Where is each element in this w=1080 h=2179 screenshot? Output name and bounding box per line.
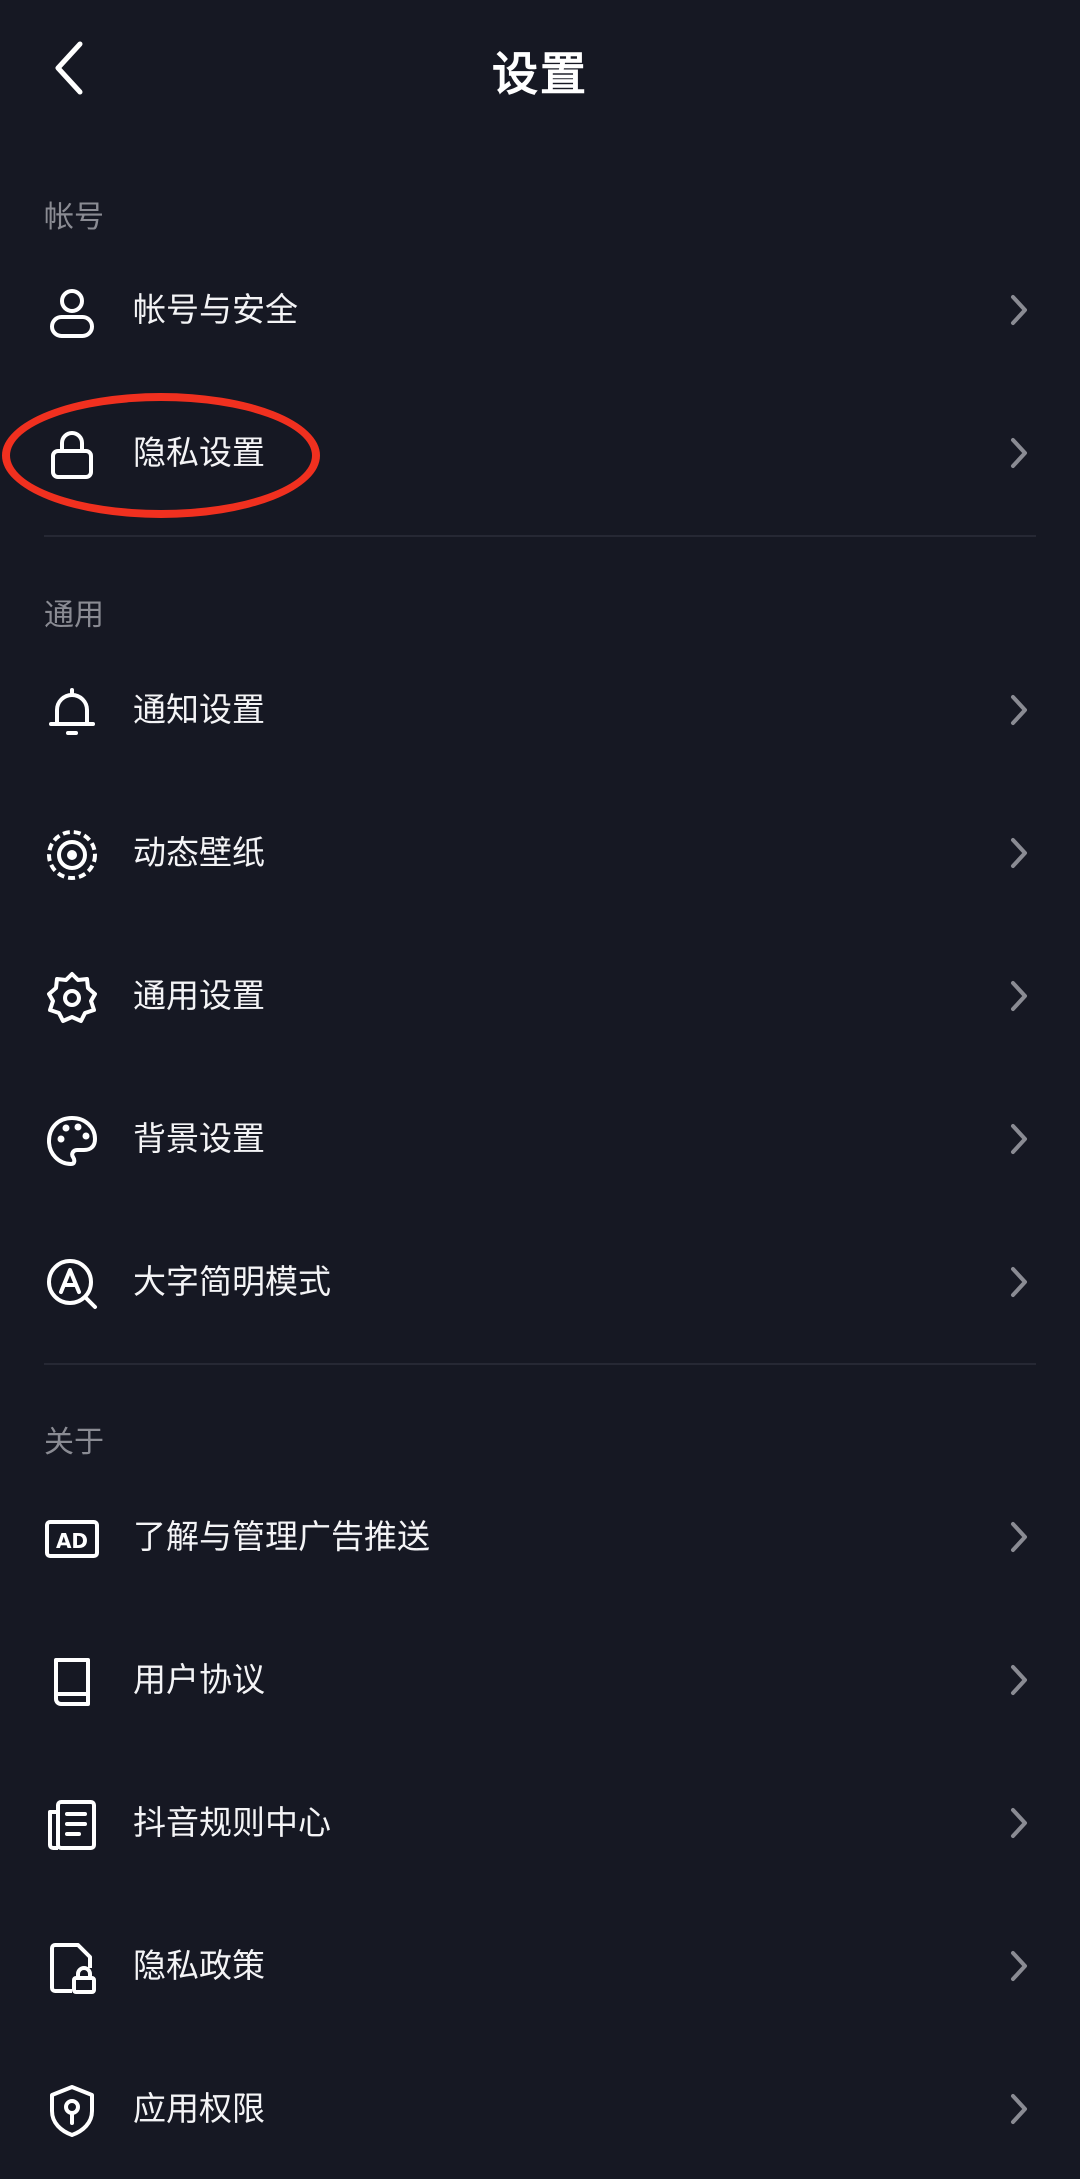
large-font-icon [44,1256,100,1312]
chevron-right-icon [1004,1519,1034,1555]
chevron-right-icon [1004,1662,1034,1698]
chevron-right-icon [1004,978,1034,1014]
gear-icon [44,970,100,1026]
settings-item-label: 应用权限 [133,2089,265,2128]
divider [44,535,1036,537]
chevron-right-icon [1004,435,1034,471]
svg-text:AD: AD [56,1529,88,1553]
settings-item-label: 隐私政策 [133,1946,265,1985]
file-lock-icon [44,1940,100,1996]
chevron-right-icon [1004,292,1034,328]
chevron-right-icon [1004,2091,1034,2127]
divider [44,1363,1036,1365]
lock-icon [44,427,100,483]
palette-icon [44,1113,100,1169]
settings-item-app-permissions[interactable]: 应用权限 [0,2039,1080,2179]
settings-item-label: 帐号与安全 [133,290,298,329]
settings-item-label: 了解与管理广告推送 [133,1517,430,1556]
top-bar: 设置 [0,0,1080,140]
settings-item-label: 通知设置 [133,690,265,729]
page-title: 设置 [492,47,588,101]
settings-item-label: 背景设置 [133,1119,265,1158]
section-title-general: 通用 [44,598,104,633]
user-icon [44,284,100,340]
chevron-right-icon [1004,835,1034,871]
settings-item-label: 隐私设置 [133,433,265,472]
chevron-right-icon [1004,1121,1034,1157]
settings-item-label: 大字简明模式 [133,1262,331,1301]
document-icon [44,1797,100,1853]
settings-item-privacy-policy[interactable]: 隐私政策 [0,1896,1080,2036]
settings-item-user-agreement[interactable]: 用户协议 [0,1610,1080,1750]
settings-item-ad-management[interactable]: AD 了解与管理广告推送 [0,1467,1080,1607]
book-icon [44,1654,100,1710]
settings-item-large-font-mode[interactable]: 大字简明模式 [0,1212,1080,1352]
shield-icon [44,2083,100,2139]
bell-icon [44,684,100,740]
settings-item-live-wallpaper[interactable]: 动态壁纸 [0,783,1080,923]
live-wallpaper-icon [44,827,100,883]
chevron-right-icon [1004,1805,1034,1841]
chevron-right-icon [1004,1948,1034,1984]
section-title-account: 帐号 [44,200,104,235]
settings-item-rules-center[interactable]: 抖音规则中心 [0,1753,1080,1893]
chevron-right-icon [1004,692,1034,728]
settings-item-notifications[interactable]: 通知设置 [0,640,1080,780]
chevron-right-icon [1004,1264,1034,1300]
ad-icon: AD [44,1511,100,1567]
section-title-about: 关于 [44,1425,104,1460]
settings-item-general-settings[interactable]: 通用设置 [0,926,1080,1066]
settings-item-label: 抖音规则中心 [133,1803,331,1842]
settings-item-privacy-settings[interactable]: 隐私设置 [0,383,1080,523]
settings-item-account-security[interactable]: 帐号与安全 [0,240,1080,380]
settings-item-label: 通用设置 [133,976,265,1015]
settings-item-background-settings[interactable]: 背景设置 [0,1069,1080,1209]
settings-item-label: 动态壁纸 [133,833,265,872]
settings-item-label: 用户协议 [133,1660,265,1699]
